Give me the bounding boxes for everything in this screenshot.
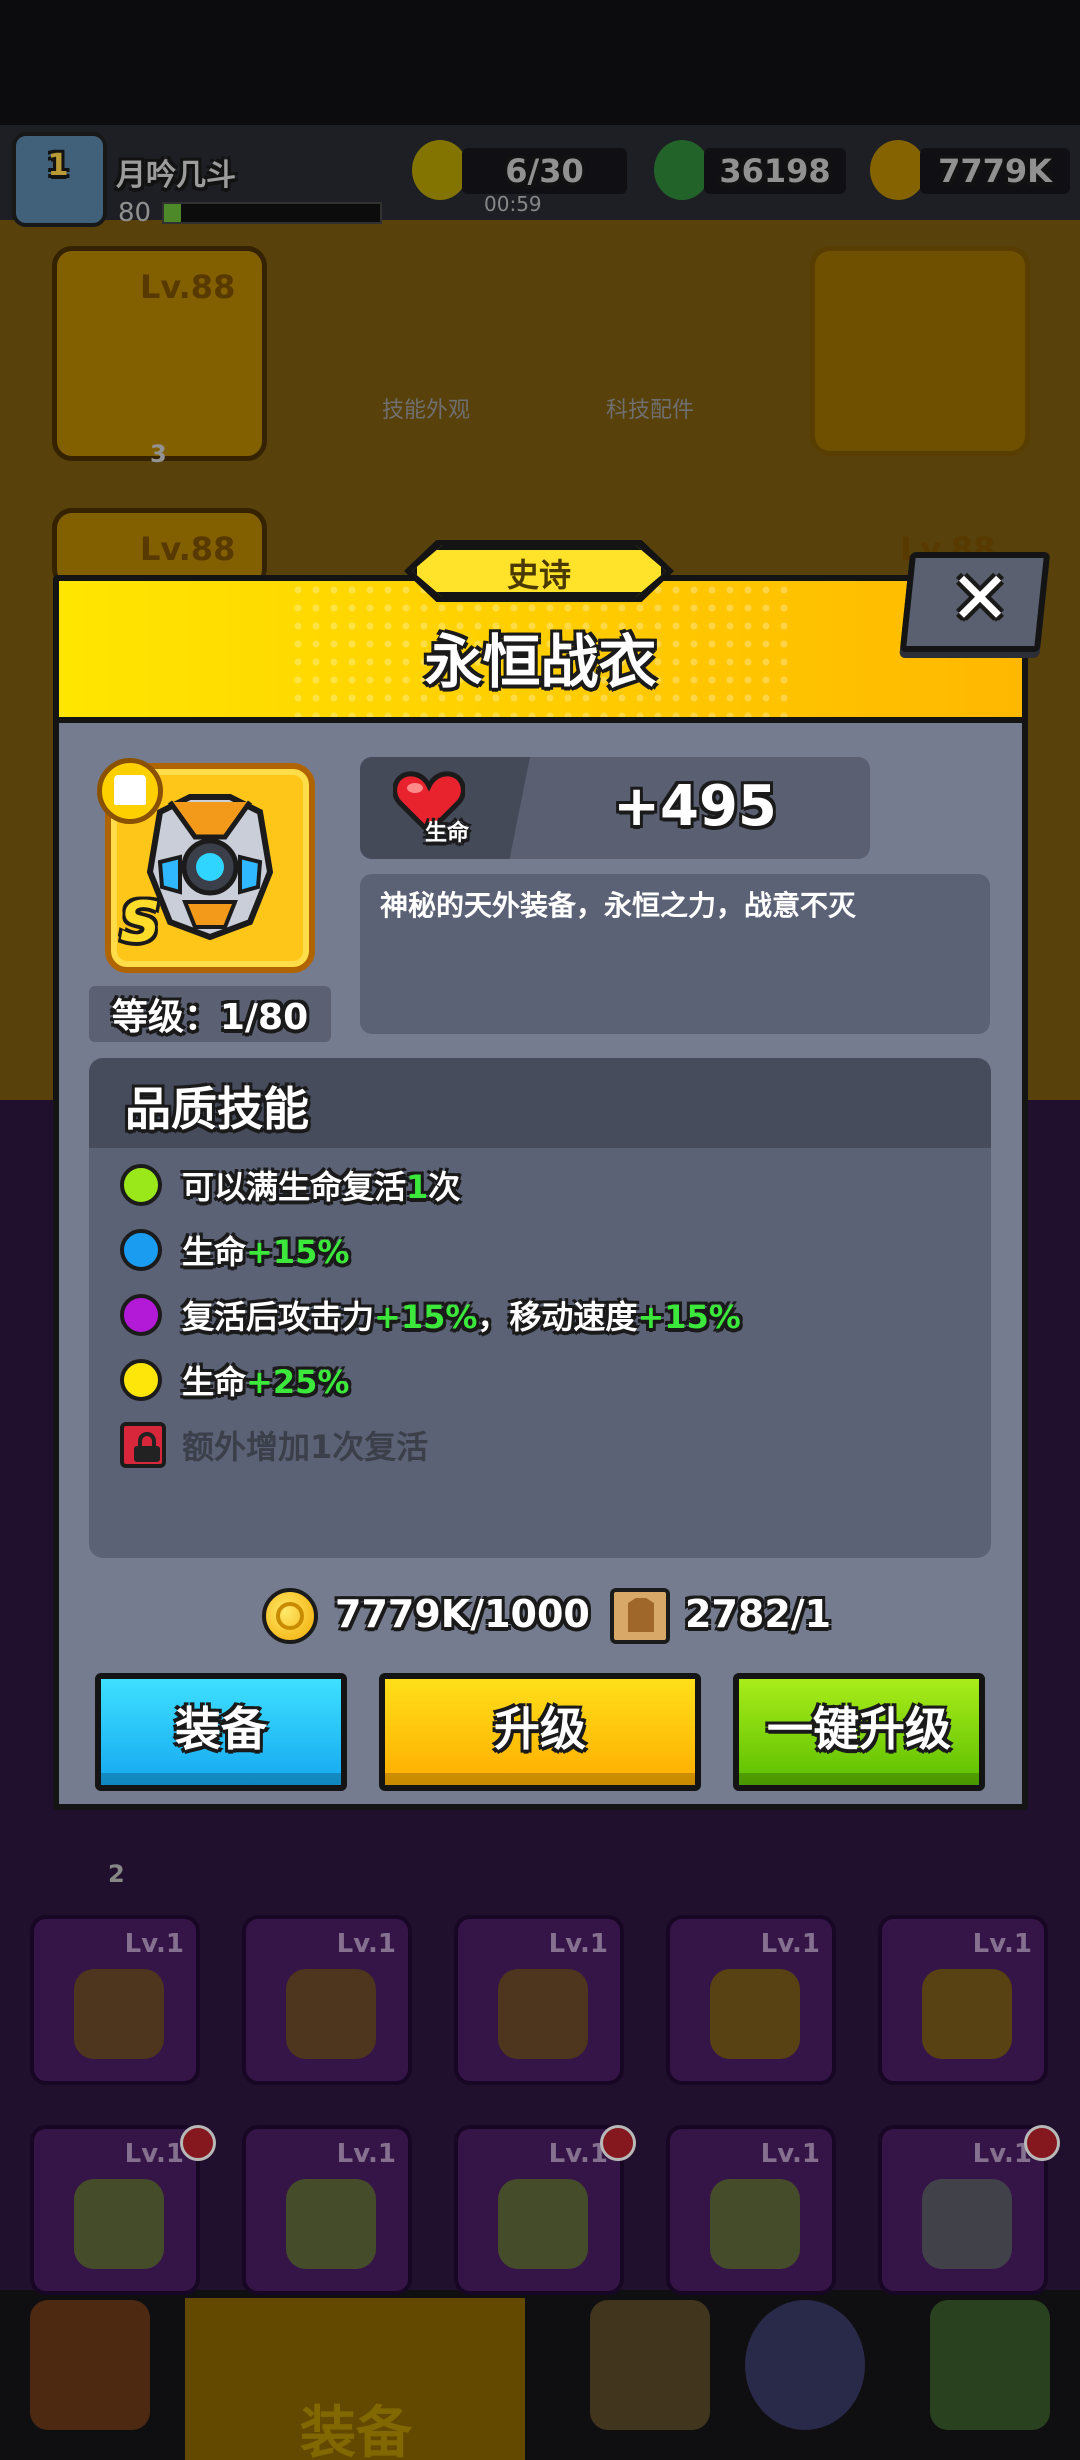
skill-quality-dot [120,1164,162,1206]
skills-title: 品质技能 [125,1082,309,1136]
skill-text: 生命+25% [182,1363,350,1401]
upgrade-all-button[interactable]: 一键升级 [733,1673,985,1791]
skill-quality-dot [120,1294,162,1336]
locked-skill-text: 额外增加1次复活 [182,1428,429,1466]
shirt-icon [114,775,146,805]
lock-icon [120,1422,166,1468]
skill-text: 复活后攻击力+15%，移动速度+15% [182,1298,741,1336]
skill-text: 生命+15% [182,1233,350,1271]
stat-name: 生命 [425,821,470,846]
skill-text: 可以满生命复活1次 [182,1168,461,1206]
material-icon-inner [628,1598,654,1632]
gold-cost: 7779K/1000 [335,1592,590,1636]
stat-value: +495 [613,774,777,839]
item-description: 神秘的天外装备，永恒之力，战意不灭 [380,889,857,922]
material-cost: 2782/1 [685,1592,832,1636]
rarity-label: 史诗 [506,556,571,594]
equip-button[interactable]: 装备 [95,1673,347,1791]
skill-quality-dot [120,1229,162,1271]
rank-badge: S [120,890,161,955]
item-title: 永恒战衣 [424,628,657,696]
armor-icon [146,794,274,941]
skill-quality-dot [120,1359,162,1401]
item-level: 等级：1/80 [111,997,309,1038]
close-icon[interactable]: ✕ [945,558,1015,638]
upgrade-button[interactable]: 升级 [379,1673,701,1791]
gold-coin-inner [276,1602,304,1630]
